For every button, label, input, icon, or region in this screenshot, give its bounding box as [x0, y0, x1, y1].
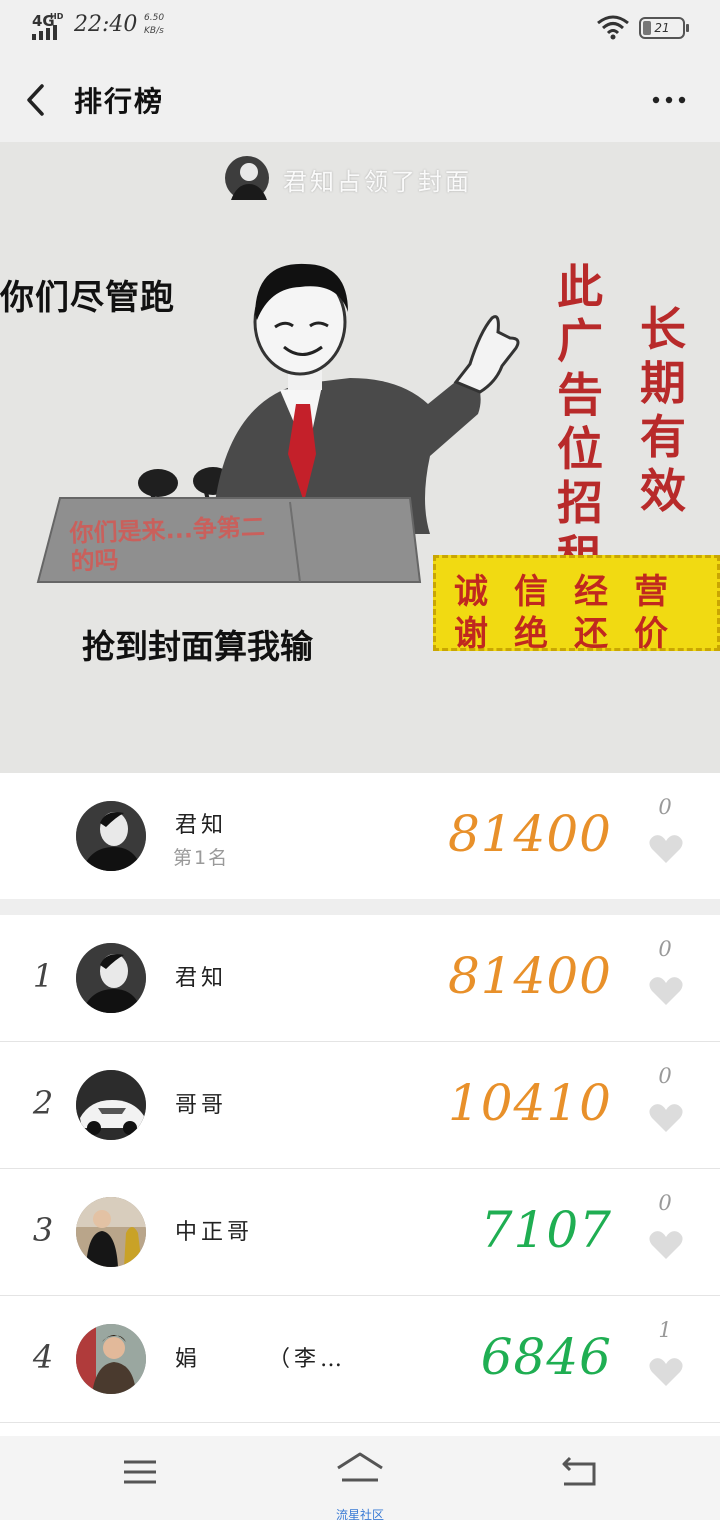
like-count: 0: [658, 1064, 672, 1088]
home-icon[interactable]: [330, 1446, 390, 1490]
like-count: 0: [658, 1191, 672, 1215]
heart-icon[interactable]: [648, 1102, 684, 1134]
cover-owner-note: 君知占领了封面: [283, 168, 472, 196]
leaderboard-row[interactable]: 1 君知 81400 0: [0, 915, 720, 1041]
user-score: 81400: [447, 947, 612, 1005]
avatar-art: [76, 1324, 146, 1394]
signal-bar: [32, 34, 36, 40]
section-gap: [0, 899, 720, 915]
rank-number: 4: [32, 1338, 54, 1376]
heart-icon[interactable]: [648, 1356, 684, 1388]
featured-score: 81400: [447, 805, 612, 863]
meme-caption-podium: 你们是来...争第二的吗: [69, 512, 266, 576]
speed-unit: KB/s: [144, 26, 164, 36]
meme-vertical-text-1: 此广告位招租: [557, 260, 603, 584]
avatar-art: [76, 1070, 146, 1140]
home-label[interactable]: 流星社区: [300, 1506, 420, 1520]
network-speed: 6.50 KB/s: [144, 12, 164, 38]
meme-yellow-sign: 诚信经营 谢绝还价: [433, 555, 720, 654]
heart-icon[interactable]: [648, 975, 684, 1007]
user-name: 君知: [175, 966, 228, 991]
rank-number: 1: [32, 957, 54, 995]
user-score: 6846: [480, 1328, 612, 1386]
meme-vertical-text-2: 长期有效: [640, 302, 686, 518]
signal-bar: [46, 28, 50, 40]
status-bar: 4G HD 22:40 6.50 KB/s 21: [0, 0, 720, 56]
cover-meme-image: [0, 142, 720, 773]
featured-row[interactable]: 君知 第1名 81400 0: [0, 773, 720, 899]
battery-fill: [643, 21, 651, 35]
signal-icon: 4G HD: [32, 12, 68, 42]
rank-number: 2: [32, 1084, 54, 1122]
leaderboard-row[interactable]: 2 哥哥 10410 0: [0, 1042, 720, 1168]
more-dots-icon[interactable]: [646, 82, 694, 118]
heart-icon[interactable]: [648, 833, 684, 865]
avatar: [76, 943, 146, 1013]
return-icon[interactable]: [550, 1450, 610, 1494]
status-time: 22:40: [74, 12, 138, 37]
speed-value: 6.50: [144, 13, 165, 23]
signal-bar: [53, 25, 57, 40]
rank-number: 3: [32, 1211, 54, 1249]
network-hd: HD: [50, 12, 64, 21]
avatar: [76, 1070, 146, 1140]
avatar-art: [76, 801, 146, 871]
cover-owner-avatar: [225, 156, 269, 200]
avatar: [76, 1197, 146, 1267]
featured-rank-label: 第1名: [173, 847, 230, 869]
like-count: 0: [658, 795, 672, 819]
avatar-art: [76, 943, 146, 1013]
battery-level: 21: [654, 21, 670, 35]
avatar-art: [76, 1197, 146, 1267]
meme-caption-bottom: 抢到封面算我输: [82, 627, 313, 666]
avatar: [76, 1324, 146, 1394]
leaderboard-row[interactable]: 4 娟 （李… 6846 1: [0, 1296, 720, 1422]
user-name: 哥哥: [175, 1093, 228, 1118]
user-score: 10410: [447, 1074, 612, 1132]
avatar: [76, 801, 146, 871]
signal-bar: [39, 31, 43, 40]
chevron-left-icon[interactable]: [18, 78, 58, 122]
user-score: 7107: [480, 1201, 612, 1259]
yellow-sign-line: 谢绝还价: [454, 614, 694, 654]
battery-icon: 21: [639, 17, 689, 39]
user-name: 中正哥: [175, 1220, 254, 1245]
heart-icon[interactable]: [648, 1229, 684, 1261]
menu-icon[interactable]: [110, 1450, 170, 1494]
featured-name: 君知: [175, 813, 228, 838]
page-title: 排行榜: [74, 85, 165, 118]
bottom-nav: 流星社区: [0, 1436, 720, 1520]
wifi-icon: [597, 15, 629, 40]
leaderboard-row[interactable]: 3 中正哥 7107 0: [0, 1169, 720, 1295]
row-divider: [0, 1422, 720, 1423]
like-count: 1: [658, 1318, 672, 1342]
app-bar: 排行榜: [0, 56, 720, 142]
user-name: 娟 （李…: [175, 1347, 347, 1372]
meme-caption-left: 你们尽管跑: [0, 278, 175, 318]
cover-banner[interactable]: 君知占领了封面 你们尽管跑 你们是来...争第二的吗 抢到封面算我输 此广告位招…: [0, 142, 720, 773]
like-count: 0: [658, 937, 672, 961]
